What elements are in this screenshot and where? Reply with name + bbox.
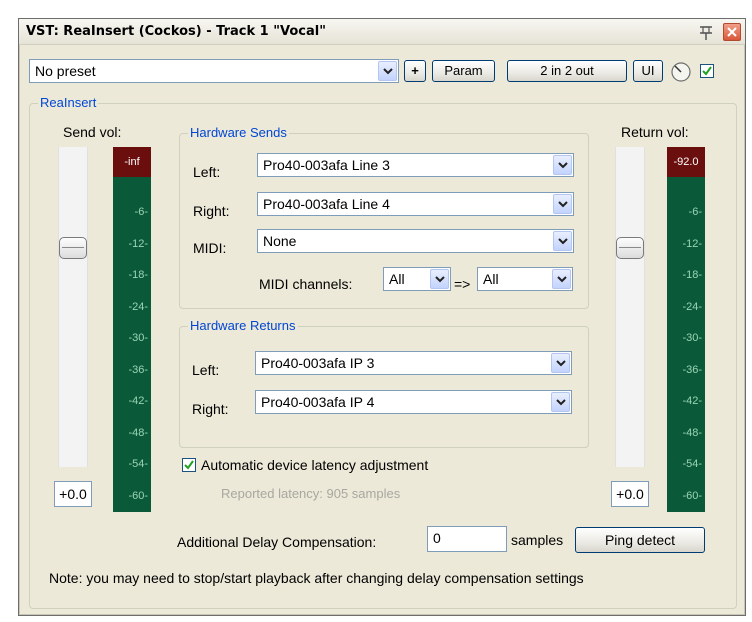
wet-dry-knob[interactable] <box>670 61 692 83</box>
hardware-sends-label: Hardware Sends <box>188 125 289 141</box>
send-vol-label: Send vol: <box>63 124 122 140</box>
return-right-select[interactable]: Pro40-003afa IP 4 <box>255 390 572 414</box>
return-left-label: Left: <box>192 362 220 378</box>
send-vol-value[interactable]: +0.0 <box>54 481 92 507</box>
return-right-dropdown-arrow[interactable] <box>551 392 570 412</box>
send-meter-tick: -12- <box>128 238 148 250</box>
send-meter-tick: -6- <box>134 206 148 218</box>
param-button[interactable]: Param <box>432 60 495 82</box>
midi-channel-out-dropdown-arrow[interactable] <box>552 269 571 289</box>
return-left-dropdown-arrow[interactable] <box>551 353 570 373</box>
return-left-value: Pro40-003afa IP 3 <box>261 355 375 371</box>
send-meter-tick: -30- <box>128 332 148 344</box>
return-meter: -92.0 -6- -12- -18- -24- -30- -36- -42- … <box>667 147 705 512</box>
auto-latency-checkbox[interactable] <box>182 458 196 472</box>
chevron-down-icon <box>557 276 567 283</box>
midi-channel-out-select[interactable]: All <box>477 267 573 291</box>
checkmark-icon <box>184 460 194 470</box>
return-left-select[interactable]: Pro40-003afa IP 3 <box>255 351 572 375</box>
send-left-value: Pro40-003afa Line 3 <box>263 157 390 173</box>
send-right-label: Right: <box>193 203 230 219</box>
send-vol-slider[interactable] <box>58 147 88 467</box>
close-icon <box>727 27 737 37</box>
io-config-button[interactable]: 2 in 2 out <box>507 60 627 82</box>
send-meter-peak: -inf <box>113 147 151 177</box>
chevron-down-icon <box>558 238 568 245</box>
midi-channel-in-dropdown-arrow[interactable] <box>430 269 449 289</box>
midi-select[interactable]: None <box>257 229 574 253</box>
chevron-down-icon <box>556 360 566 367</box>
delay-compensation-input[interactable]: 0 <box>427 526 507 552</box>
ui-button[interactable]: UI <box>633 60 663 82</box>
midi-channel-arrow-label: => <box>454 276 471 292</box>
send-right-dropdown-arrow[interactable] <box>553 194 572 214</box>
send-meter-tick: -24- <box>128 301 148 313</box>
return-meter-tick: -54- <box>682 458 702 470</box>
send-meter-tick: -36- <box>128 364 148 376</box>
send-left-dropdown-arrow[interactable] <box>553 155 572 175</box>
return-right-value: Pro40-003afa IP 4 <box>261 394 375 410</box>
chevron-down-icon <box>556 399 566 406</box>
reported-latency-label: Reported latency: 905 samples <box>221 486 401 501</box>
return-meter-peak: -92.0 <box>667 147 705 177</box>
preset-select[interactable]: No preset <box>29 59 399 83</box>
return-meter-tick: -42- <box>682 395 702 407</box>
auto-latency-label[interactable]: Automatic device latency adjustment <box>201 456 428 474</box>
note-text: Note: you may need to stop/start playbac… <box>49 570 584 586</box>
midi-channel-in-select[interactable]: All <box>383 267 451 291</box>
return-right-label: Right: <box>192 401 229 417</box>
send-left-select[interactable]: Pro40-003afa Line 3 <box>257 153 574 177</box>
plugin-window: VST: ReaInsert (Cockos) - Track 1 "Vocal… <box>18 18 746 616</box>
return-meter-tick: -60- <box>682 490 702 502</box>
chevron-down-icon <box>558 201 568 208</box>
return-meter-tick: -18- <box>682 269 702 281</box>
delay-unit-label: samples <box>511 532 564 548</box>
title-bar[interactable]: VST: ReaInsert (Cockos) - Track 1 "Vocal… <box>19 19 745 45</box>
return-meter-tick: -24- <box>682 301 702 313</box>
send-meter-tick: -54- <box>128 458 148 470</box>
return-meter-tick: -36- <box>682 364 702 376</box>
send-meter-tick: -18- <box>128 269 148 281</box>
pin-icon[interactable] <box>697 23 715 41</box>
return-meter-tick: -48- <box>682 427 702 439</box>
hardware-returns-group: Hardware Returns <box>179 318 589 448</box>
hardware-returns-label: Hardware Returns <box>188 318 298 334</box>
chevron-down-icon <box>435 276 445 283</box>
window-title: VST: ReaInsert (Cockos) - Track 1 "Vocal… <box>26 24 327 39</box>
send-meter-tick: -48- <box>128 427 148 439</box>
preset-value: No preset <box>35 63 96 79</box>
ping-detect-button[interactable]: Ping detect <box>575 527 705 553</box>
send-right-select[interactable]: Pro40-003afa Line 4 <box>257 192 574 216</box>
return-vol-label: Return vol: <box>621 124 689 140</box>
preset-dropdown-arrow[interactable] <box>378 61 397 81</box>
return-vol-slider-thumb[interactable] <box>616 237 644 259</box>
return-meter-tick: -6- <box>688 206 702 218</box>
return-meter-tick: -12- <box>682 238 702 250</box>
send-meter: -inf -6- -12- -18- -24- -30- -36- -42- -… <box>113 147 151 512</box>
return-meter-tick: -30- <box>682 332 702 344</box>
send-meter-tick: -42- <box>128 395 148 407</box>
chevron-down-icon <box>383 68 393 75</box>
delay-compensation-label: Additional Delay Compensation: <box>177 534 377 550</box>
midi-dropdown-arrow[interactable] <box>553 231 572 251</box>
bypass-enable-checkbox[interactable] <box>700 64 714 78</box>
add-preset-button[interactable]: + <box>404 60 426 82</box>
midi-label: MIDI: <box>193 240 227 256</box>
send-vol-slider-thumb[interactable] <box>59 237 87 259</box>
send-right-value: Pro40-003afa Line 4 <box>263 196 390 212</box>
send-meter-tick: -60- <box>128 490 148 502</box>
midi-channel-out-value: All <box>483 271 499 287</box>
midi-channels-label: MIDI channels: <box>259 276 353 292</box>
return-vol-value[interactable]: +0.0 <box>611 481 649 507</box>
midi-value: None <box>263 233 297 249</box>
send-left-label: Left: <box>193 164 221 180</box>
checkmark-icon <box>702 66 712 76</box>
close-button[interactable] <box>723 23 741 41</box>
midi-channel-in-value: All <box>389 271 405 287</box>
chevron-down-icon <box>558 162 568 169</box>
reainsert-group-label: ReaInsert <box>38 95 99 111</box>
return-vol-slider[interactable] <box>615 147 645 467</box>
